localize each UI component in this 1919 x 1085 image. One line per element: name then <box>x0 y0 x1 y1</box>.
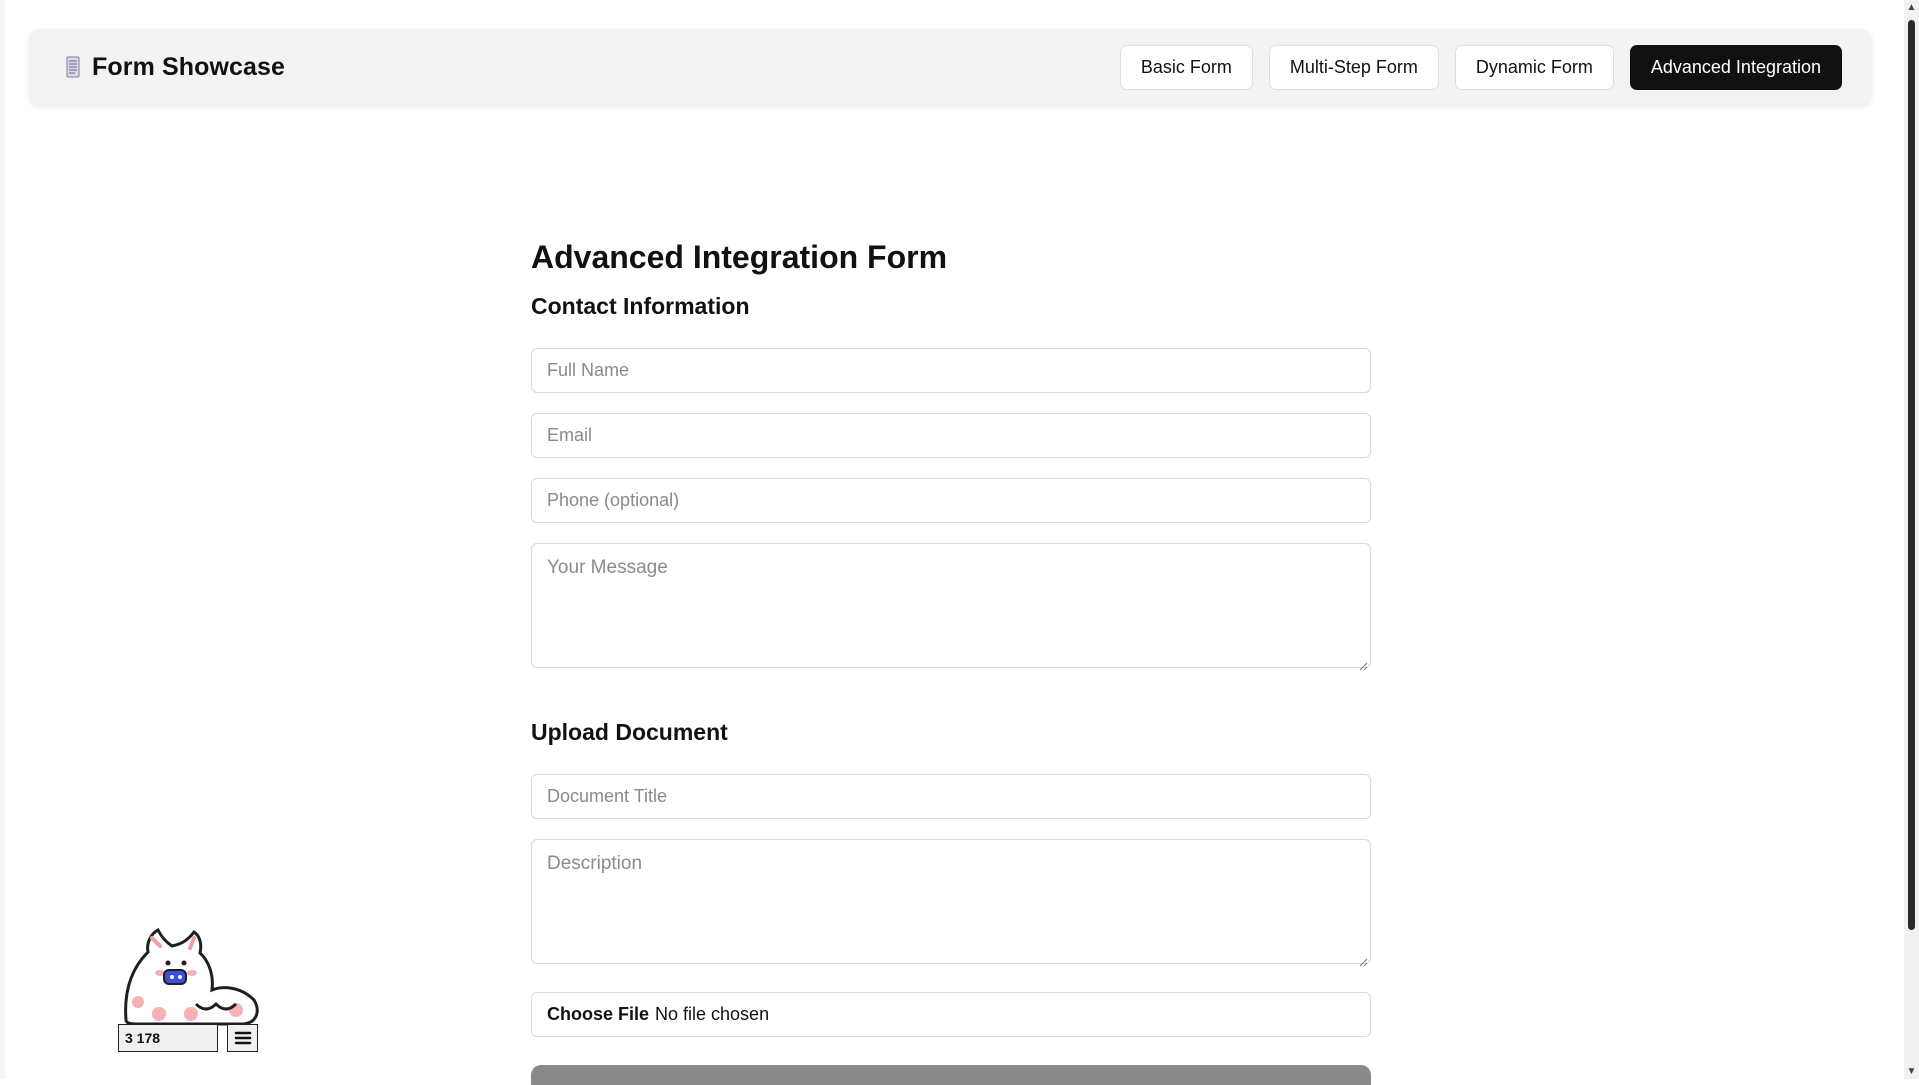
full-name-input[interactable]: Full Name <box>531 348 1371 393</box>
cat-mascot-icon <box>124 927 259 1026</box>
advanced-integration-form: Advanced Integration Form Contact Inform… <box>531 230 1371 1037</box>
brand-title: Form Showcase <box>92 52 286 81</box>
description-textarea[interactable]: Description <box>531 839 1371 967</box>
description-placeholder: Description <box>547 853 643 874</box>
contact-information-heading: Contact Information <box>531 293 750 319</box>
message-placeholder: Your Message <box>547 557 668 578</box>
full-name-placeholder: Full Name <box>547 360 630 380</box>
file-status-text: No file chosen <box>655 1004 770 1024</box>
brand[interactable]: Form Showcase <box>64 53 285 82</box>
submit-button[interactable] <box>531 1065 1371 1085</box>
document-icon <box>64 55 82 79</box>
tab-dynamic-form[interactable]: Dynamic Form <box>1454 44 1614 90</box>
cat-counter: 3 178 <box>118 1024 218 1052</box>
scroll-down-arrow-icon[interactable]: ▼ <box>1906 1066 1917 1077</box>
file-upload-input[interactable]: Choose File No file chosen <box>531 992 1371 1037</box>
phone-input[interactable]: Phone (optional) <box>531 478 1371 523</box>
email-input[interactable]: Email <box>531 413 1371 458</box>
vertical-scrollbar[interactable]: ▲ ▼ <box>1904 0 1919 1079</box>
choose-file-button[interactable]: Choose File <box>547 1004 649 1025</box>
message-textarea[interactable]: Your Message <box>531 543 1371 671</box>
upload-document-heading: Upload Document <box>531 719 728 745</box>
phone-placeholder: Phone (optional) <box>547 490 680 510</box>
resize-grip-icon[interactable] <box>1358 951 1368 967</box>
email-placeholder: Email <box>547 425 593 445</box>
document-title-placeholder: Document Title <box>547 786 668 806</box>
resize-grip-icon[interactable] <box>1358 655 1368 671</box>
left-page-edge <box>0 0 5 1079</box>
page-title: Advanced Integration Form <box>531 239 948 275</box>
tab-advanced-integration[interactable]: Advanced Integration <box>1629 44 1842 90</box>
tab-multi-step-form[interactable]: Multi-Step Form <box>1268 44 1439 90</box>
form-navigation-tabs: Basic Form Multi-Step Form Dynamic Form … <box>1119 44 1842 90</box>
scrollbar-thumb[interactable] <box>1908 20 1915 930</box>
tab-basic-form[interactable]: Basic Form <box>1119 44 1253 90</box>
document-title-input[interactable]: Document Title <box>531 774 1371 819</box>
scroll-up-arrow-icon[interactable]: ▲ <box>1906 2 1917 13</box>
cat-mascot-widget[interactable]: 3 178 <box>118 927 264 1053</box>
top-navigation-bar: Form Showcase Basic Form Multi-Step Form… <box>29 29 1872 105</box>
hamburger-menu-icon[interactable] <box>227 1024 258 1052</box>
